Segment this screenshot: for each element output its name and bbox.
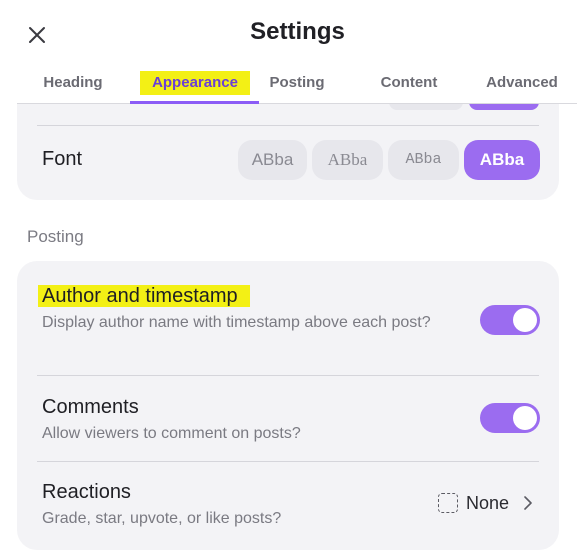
section-heading-posting: Posting [27,227,84,246]
toggle-knob [513,308,537,332]
divider [37,125,539,126]
tab-posting[interactable]: Posting [253,68,341,104]
reactions-selector[interactable]: None [438,492,535,514]
tab-heading[interactable]: Heading [27,68,119,104]
font-option-mono[interactable]: ABba [388,140,459,180]
font-option-bold-selected[interactable]: ABba [464,140,540,180]
page-title: Settings [250,18,345,45]
ghost-option-pill-selected[interactable] [469,104,539,110]
author-timestamp-description: Display author name with timestamp above… [42,314,431,331]
settings-tabs: Heading Appearance Posting Content Advan… [17,68,577,104]
comments-toggle[interactable] [480,403,540,433]
chevron-right-icon [524,496,532,510]
tab-content[interactable]: Content [367,68,451,104]
reactions-title: Reactions [42,481,131,503]
appearance-card: Font ABba ABba ABba ABba [17,104,559,200]
font-option-sans[interactable]: ABba [238,140,307,180]
none-dashed-square-icon [438,493,458,513]
comments-title: Comments [42,396,139,418]
posting-card: Author and timestamp Display author name… [17,261,559,550]
author-timestamp-toggle[interactable] [480,305,540,335]
toggle-knob [513,406,537,430]
reactions-description: Grade, star, upvote, or like posts? [42,510,282,527]
divider [37,461,539,462]
tab-appearance[interactable]: Appearance [125,68,265,104]
author-timestamp-title-text: Author and timestamp [38,285,250,307]
font-label: Font [42,148,83,170]
reactions-value: None [466,492,510,513]
author-timestamp-title: Author and timestamp [38,285,250,308]
ghost-option-pill[interactable] [389,104,463,110]
font-option-serif[interactable]: ABba [312,140,383,180]
divider [37,375,539,376]
tab-appearance-label: Appearance [140,71,250,95]
comments-description: Allow viewers to comment on posts? [42,425,301,442]
tab-advanced[interactable]: Advanced [477,68,567,104]
